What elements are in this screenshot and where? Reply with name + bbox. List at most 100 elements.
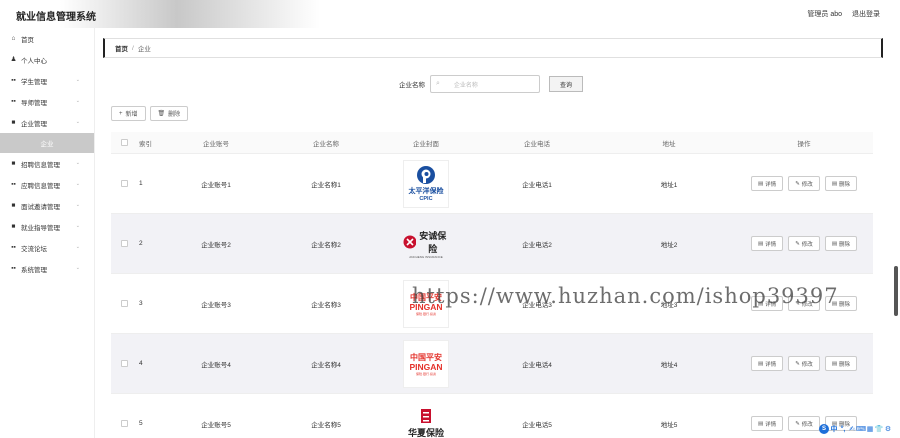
doc-icon: ▤ (757, 180, 764, 187)
ancheng-emblem-icon (403, 235, 416, 248)
row-cover: 安诚保险 ANCHENG INSURANCE (381, 220, 471, 268)
sidebar-item-label: 企业管理 (21, 120, 47, 128)
header-cover: 企业封面 (413, 140, 439, 148)
table-row: 2 企业账号2 企业名称2 安诚保险 ANCHENG INSURANCE 企业电话2 地址2… (111, 214, 873, 274)
edit-button[interactable]: ✎ 修改 (788, 356, 820, 371)
header-actions: 操作 (797, 140, 811, 148)
row-name: 企业名称3 (311, 301, 341, 309)
sidebar-item-label: 交流论坛 (21, 245, 47, 253)
sidebar: ⌂ 首页 ♟ 个人中心 ▪▪ 学生管理 ⌄ ▪▪ 导师管理 ⌄ ■ 企业管理 ⌄ 企业 ■ 招聘信息管理 ⌄ ▪▪… (0, 28, 95, 438)
sidebar-item-a4[interactable]: ■ 企业管理 ⌄ (0, 112, 94, 133)
row-address: 地址4 (660, 361, 678, 369)
sidebar-item-b4[interactable]: ▪▪ 交流论坛 ⌄ (0, 237, 94, 258)
ime-logo-icon[interactable]: S (819, 424, 829, 434)
ime-tool-icon[interactable]: 👕 (875, 424, 884, 434)
sidebar-item-label: 导师管理 (21, 99, 47, 107)
lock-icon: ■ (11, 119, 16, 126)
app-title: 就业信息管理系统 (16, 12, 96, 23)
chevron-down-icon: ⌄ (75, 98, 80, 104)
sidebar-item-a3[interactable]: ▪▪ 导师管理 ⌄ (0, 91, 94, 112)
table-toolbar: + 新增 🗑 删除 (111, 106, 189, 121)
sidebar-item-b5[interactable]: ▪▪ 系统管理 ⌄ (0, 258, 94, 279)
company-logo: 华夏保险 (403, 400, 449, 438)
breadcrumb-current: 企业 (137, 46, 151, 53)
sidebar-item-label: 应聘信息管理 (21, 182, 60, 190)
trash-icon: 🗑 (157, 111, 166, 117)
edit-button[interactable]: ✎ 修改 (788, 236, 820, 251)
pencil-icon: ✎ (795, 240, 800, 247)
ime-tool-icon[interactable]: ✍ (848, 424, 856, 434)
ime-toolbar: S 中 °, ✍ ⌨ ▦ 👕 ⚙ (819, 423, 892, 435)
row-account: 企业账号5 (201, 421, 231, 429)
search-placeholder: 企业名称 (453, 82, 478, 89)
delete-button[interactable]: ▤ 删除 (824, 356, 858, 371)
row-phone: 企业电话1 (522, 181, 552, 189)
message-icon: ■ (11, 223, 16, 230)
ime-tool-icon[interactable]: ⚙ (884, 424, 892, 434)
trash-icon: ▤ (831, 180, 838, 187)
detail-button[interactable]: ▤ 详情 (750, 176, 784, 191)
add-button[interactable]: + 新增 (111, 106, 146, 121)
logo-text: PINGAN (409, 361, 443, 372)
pencil-icon: ✎ (795, 420, 800, 427)
sidebar-item-b0[interactable]: ■ 招聘信息管理 ⌄ (0, 153, 94, 174)
delete-button[interactable]: ▤ 删除 (824, 236, 858, 251)
row-checkbox[interactable] (120, 240, 128, 247)
edit-button[interactable]: ✎ 修改 (788, 176, 820, 191)
row-checkbox[interactable] (120, 360, 128, 367)
sidebar-item-label: 招聘信息管理 (21, 161, 60, 169)
row-checkbox[interactable] (120, 300, 128, 307)
chevron-down-icon: ⌄ (75, 202, 80, 208)
trash-icon: ▤ (831, 360, 838, 367)
sidebar-item-a1[interactable]: ♟ 个人中心 (0, 49, 94, 70)
ime-tool-icon[interactable]: ▦ (866, 424, 874, 434)
ime-tool-icon[interactable]: ⌨ (856, 424, 866, 434)
current-user: 管理员 abo (807, 11, 842, 18)
row-account: 企业账号2 (201, 241, 231, 249)
company-logo: 太平洋保险 CPIC (403, 159, 449, 208)
row-index: 3 (139, 300, 143, 307)
query-button[interactable]: 查询 (549, 76, 583, 92)
row-checkbox[interactable] (120, 420, 128, 427)
ime-tool-icon[interactable]: 中 (830, 424, 838, 434)
detail-button-label: 详情 (765, 241, 777, 248)
select-all-checkbox[interactable] (120, 139, 128, 146)
add-label: 新增 (125, 112, 138, 118)
detail-button[interactable]: ▤ 详情 (750, 236, 784, 251)
breadcrumb-separator: / (132, 44, 134, 52)
sidebar-item-a2[interactable]: ▪▪ 学生管理 ⌄ (0, 70, 94, 91)
logout-link[interactable]: 退出登录 (852, 9, 880, 19)
plus-icon: + (119, 110, 123, 117)
row-checkbox[interactable] (120, 180, 128, 187)
search-input[interactable]: ⌕ 企业名称 (430, 75, 540, 93)
table-row: 4 企业账号4 企业名称4 中国平安 PINGAN 保险·银行·投资 企业电话4 地址4 ▤ 详情… (111, 334, 873, 394)
grid-icon: ▪▪ (11, 244, 16, 251)
page-scrollbar[interactable] (894, 266, 898, 316)
sidebar-item-b1[interactable]: ▪▪ 应聘信息管理 ⌄ (0, 174, 94, 195)
delete-button-label: 删除 (839, 181, 851, 188)
delete-button[interactable]: ▤ 删除 (824, 176, 858, 191)
sidebar-item-b3[interactable]: ■ 就业指导管理 ⌄ (0, 216, 94, 237)
chevron-down-icon: ⌄ (75, 181, 80, 187)
edit-button[interactable]: ✎ 修改 (788, 416, 820, 431)
sidebar-item-a0[interactable]: ⌂ 首页 (0, 28, 94, 49)
detail-button[interactable]: ▤ 详情 (750, 416, 784, 431)
row-index: 1 (139, 180, 143, 187)
delete-button-label: 删除 (839, 301, 851, 308)
row-address: 地址5 (660, 421, 678, 429)
table-row: 5 企业账号5 企业名称5 华夏保险 企业电话5 地址5 ▤ 详情 ✎ 修改 ▤ 删除 (111, 394, 873, 438)
row-index: 5 (139, 420, 143, 427)
detail-button[interactable]: ▤ 详情 (750, 356, 784, 371)
logo-text: 中国平安 (410, 352, 442, 362)
logo-text: 安诚保险 (419, 230, 447, 254)
cpic-emblem-icon (417, 166, 435, 184)
breadcrumb-home[interactable]: 首页 (115, 43, 128, 53)
ime-tool-icon[interactable]: °, (839, 424, 847, 434)
batch-delete-button[interactable]: 🗑 删除 (149, 106, 189, 121)
sidebar-subitem-enterprise[interactable]: 企业 (0, 133, 94, 153)
delete-button-label: 删除 (839, 241, 851, 248)
edit-button-label: 修改 (801, 241, 813, 248)
company-logo: 中国平安 PINGAN 保险·银行·投资 (403, 339, 449, 388)
watermark: https://www.huzhan.com/ishop39397 (412, 284, 839, 308)
sidebar-item-b2[interactable]: ■ 面试邀请管理 ⌄ (0, 195, 94, 216)
